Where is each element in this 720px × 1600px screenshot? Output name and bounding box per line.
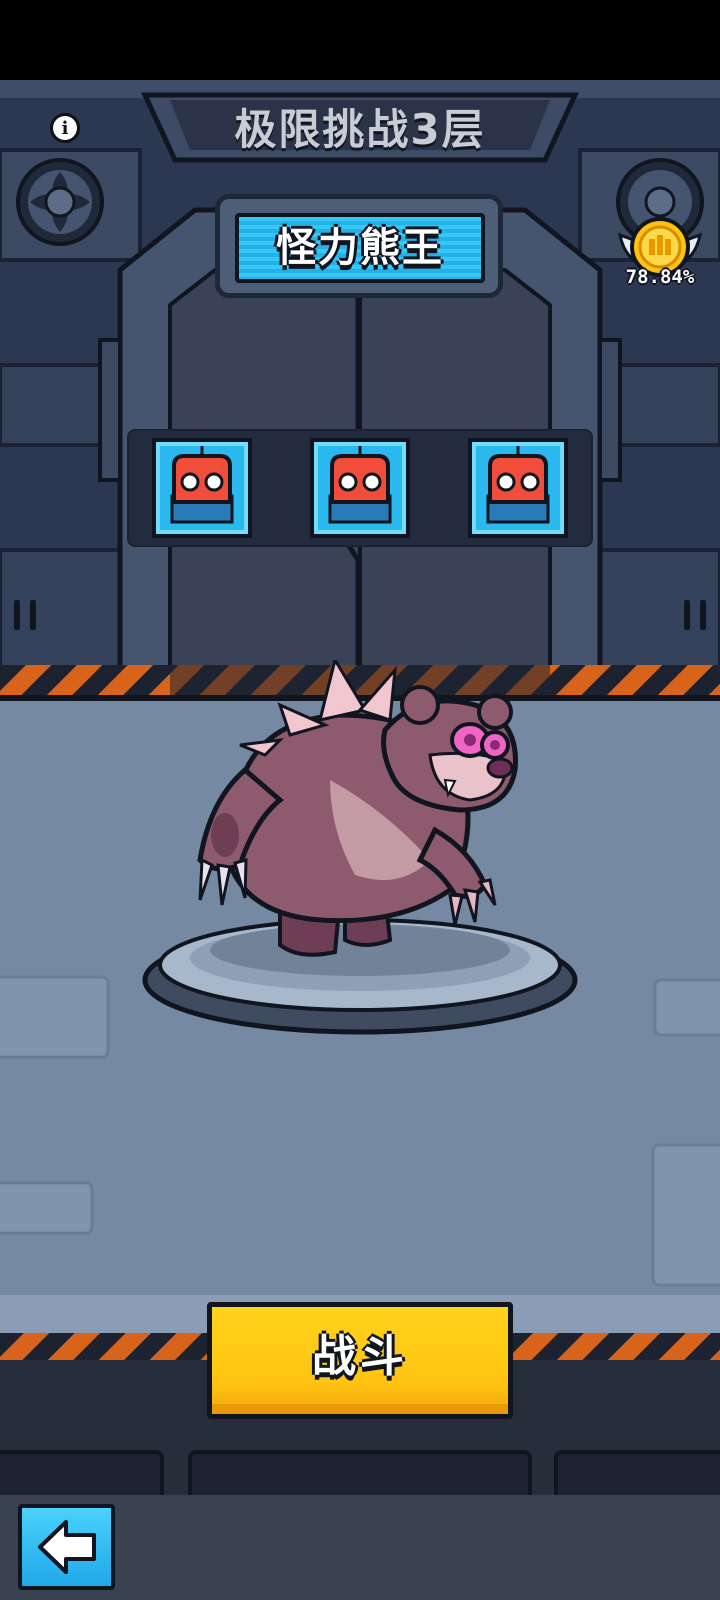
back-arrow-icon xyxy=(38,1520,96,1574)
page-title: 极限挑战3层 xyxy=(234,105,486,154)
info-button[interactable]: i xyxy=(50,113,80,143)
red-robot-icon xyxy=(486,446,550,524)
status-bar-area xyxy=(0,0,720,80)
boss-name-plate: 怪力熊王 xyxy=(235,213,485,283)
door-background xyxy=(0,80,720,695)
reward-percent: 78.84% xyxy=(625,266,695,288)
battle-button-label: 战斗 xyxy=(312,1331,408,1382)
red-robot-icon xyxy=(170,446,234,524)
enemy-slot-1[interactable] xyxy=(152,438,252,538)
title-plate: 极限挑战3层 xyxy=(150,95,570,165)
red-robot-icon xyxy=(328,446,392,524)
enemy-slot-3[interactable] xyxy=(468,438,568,538)
boss-name: 怪力熊王 xyxy=(276,225,444,271)
back-button[interactable] xyxy=(18,1504,115,1590)
info-icon: i xyxy=(61,117,69,139)
battle-button[interactable]: 战斗 xyxy=(207,1302,513,1419)
door-illustration xyxy=(0,80,720,695)
left-fan-icon xyxy=(16,158,104,246)
enemy-slot-2[interactable] xyxy=(310,438,410,538)
boss-character[interactable] xyxy=(130,660,590,1050)
